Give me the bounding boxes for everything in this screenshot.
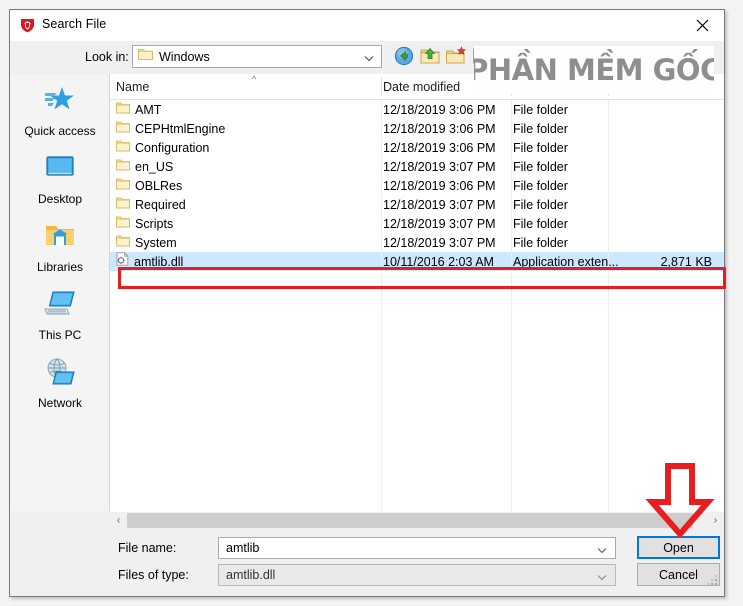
look-in-dropdown[interactable]: Windows — [132, 45, 382, 68]
file-name-cell: en_US — [135, 160, 173, 174]
sidebar-item-label: This PC — [39, 328, 82, 342]
title-bar: Search File — [10, 10, 724, 41]
open-button[interactable]: Open — [637, 536, 720, 559]
file-name-cell: AMT — [135, 103, 161, 117]
sidebar-item-label: Network — [38, 396, 82, 410]
places-bar: Quick access Desktop — [11, 74, 110, 511]
screenshot-root: Search File Look in: Windows — [0, 0, 743, 606]
type-cell: File folder — [513, 103, 568, 117]
chevron-down-icon[interactable] — [596, 570, 608, 588]
column-header-name[interactable]: Name — [116, 74, 149, 99]
back-button[interactable] — [393, 45, 415, 67]
folder-icon — [116, 177, 130, 195]
quick-access-star-icon — [43, 80, 77, 120]
file-name-cell: Required — [135, 198, 186, 212]
table-row[interactable]: Required 12/18/2019 3:07 PM File folder — [110, 195, 724, 214]
type-cell: File folder — [513, 179, 568, 193]
search-file-dialog: Search File Look in: Windows — [9, 9, 725, 597]
sidebar-item-label: Desktop — [38, 192, 82, 206]
window-title: Search File — [42, 17, 106, 31]
sort-ascending-icon: ^ — [252, 75, 256, 84]
table-row[interactable]: OBLRes 12/18/2019 3:06 PM File folder — [110, 176, 724, 195]
date-modified-cell: 12/18/2019 3:07 PM — [383, 198, 496, 212]
file-name-label: File name: — [118, 541, 176, 555]
date-modified-cell: 12/18/2019 3:06 PM — [383, 122, 496, 136]
date-modified-cell: 12/18/2019 3:07 PM — [383, 160, 496, 174]
table-row[interactable]: en_US 12/18/2019 3:07 PM File folder — [110, 157, 724, 176]
look-in-value: Windows — [159, 50, 210, 64]
this-pc-computer-icon — [43, 284, 77, 324]
date-modified-cell: 12/18/2019 3:07 PM — [383, 217, 496, 231]
type-cell: File folder — [513, 160, 568, 174]
watermark-overlay: PHẦN MỀM GỐC — [474, 46, 714, 94]
date-modified-cell: 12/18/2019 3:06 PM — [383, 179, 496, 193]
size-cell: 2,871 KB — [610, 255, 712, 269]
file-name-cell: CEPHtmlEngine — [135, 122, 225, 136]
type-cell: Application exten... — [513, 255, 619, 269]
file-name-cell: Configuration — [135, 141, 209, 155]
libraries-folder-icon — [43, 216, 77, 256]
scroll-left-icon[interactable]: ‹ — [110, 512, 127, 529]
table-row[interactable]: Configuration 12/18/2019 3:06 PM File fold… — [110, 138, 724, 157]
sidebar-item-network[interactable]: Network — [11, 352, 109, 420]
folder-icon — [116, 234, 130, 252]
folder-icon — [116, 101, 130, 119]
file-name-cell: Scripts — [135, 217, 173, 231]
table-row[interactable]: CEPHtmlEngine 12/18/2019 3:06 PM File fold… — [110, 119, 724, 138]
folder-icon — [138, 48, 153, 66]
desktop-monitor-icon — [43, 148, 77, 188]
folder-icon — [116, 120, 130, 138]
red-shield-icon — [19, 17, 36, 34]
scrollbar-thumb[interactable] — [127, 513, 693, 528]
type-cell: File folder — [513, 217, 568, 231]
table-row[interactable]: System 12/18/2019 3:07 PM File folder — [110, 233, 724, 252]
chevron-down-icon — [363, 51, 375, 63]
resize-grip-icon[interactable] — [707, 574, 719, 592]
sidebar-item-quick-access[interactable]: Quick access — [11, 80, 109, 148]
file-name-input[interactable]: amtlib — [218, 537, 616, 559]
dialog-footer: File name: amtlib Files of type: amtlib.… — [10, 530, 724, 596]
horizontal-scrollbar[interactable]: ‹ › — [110, 511, 724, 529]
date-modified-cell: 12/18/2019 3:07 PM — [383, 236, 496, 250]
type-cell: File folder — [513, 236, 568, 250]
create-new-folder-button[interactable] — [445, 45, 467, 67]
folder-icon — [116, 215, 130, 233]
type-cell: File folder — [513, 141, 568, 155]
sidebar-item-desktop[interactable]: Desktop — [11, 148, 109, 216]
file-list-rows: AMT12/18/2019 3:06 PMFile folderCEPHtmlE… — [110, 100, 724, 271]
files-of-type-value: amtlib.dll — [226, 568, 275, 582]
scroll-right-icon[interactable]: › — [707, 512, 724, 529]
file-name-cell: amtlib.dll — [134, 255, 183, 269]
table-row[interactable]: Scripts 12/18/2019 3:07 PM File folder — [110, 214, 724, 233]
sidebar-item-label: Quick access — [24, 124, 95, 138]
file-name-cell: OBLRes — [135, 179, 182, 193]
file-name-value: amtlib — [226, 541, 259, 555]
sidebar-item-this-pc[interactable]: This PC — [11, 284, 109, 352]
file-list-pane: Name ^ Date modified Type Size AMT12/18/… — [110, 74, 724, 511]
date-modified-cell: 10/11/2016 2:03 AM — [383, 255, 494, 269]
sidebar-item-label: Libraries — [37, 260, 83, 274]
file-name-cell: System — [135, 236, 177, 250]
table-row[interactable]: amtlib.dll 10/11/2016 2:03 AM Application … — [110, 252, 724, 271]
up-one-level-button[interactable] — [419, 45, 441, 67]
type-cell: File folder — [513, 122, 568, 136]
close-icon[interactable] — [680, 10, 724, 40]
date-modified-cell: 12/18/2019 3:06 PM — [383, 141, 496, 155]
network-globe-icon — [43, 352, 77, 392]
sidebar-item-libraries[interactable]: Libraries — [11, 216, 109, 284]
date-modified-cell: 12/18/2019 3:06 PM — [383, 103, 496, 117]
watermark-text: PHẦN MỀM GỐC — [474, 53, 714, 87]
folder-icon — [116, 158, 130, 176]
folder-icon — [116, 139, 130, 157]
column-header-date-modified[interactable]: Date modified — [383, 74, 460, 99]
files-of-type-dropdown[interactable]: amtlib.dll — [218, 564, 616, 586]
look-in-label: Look in: — [85, 50, 129, 64]
table-row[interactable]: AMT 12/18/2019 3:06 PM File folder — [110, 100, 724, 119]
type-cell: File folder — [513, 198, 568, 212]
dll-file-icon — [116, 252, 129, 271]
chevron-down-icon[interactable] — [596, 543, 608, 561]
files-of-type-label: Files of type: — [118, 568, 189, 582]
folder-icon — [116, 196, 130, 214]
